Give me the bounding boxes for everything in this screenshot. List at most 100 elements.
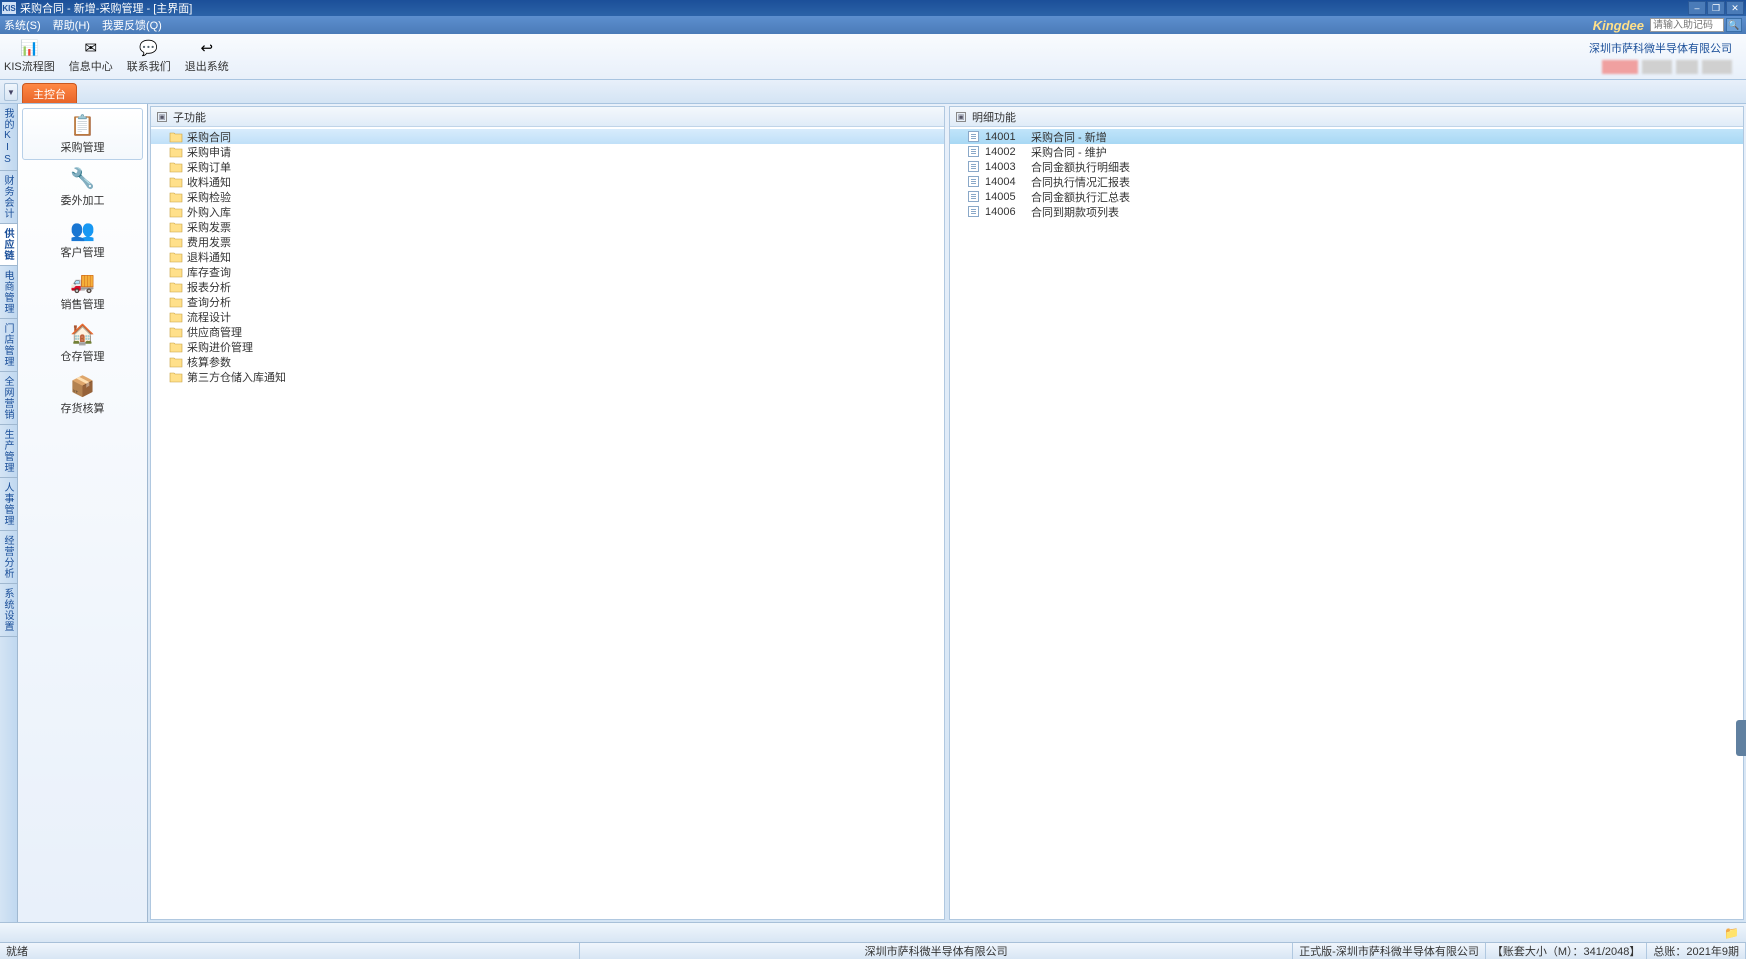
detail-function-item[interactable]: 14001采购合同 - 新增 xyxy=(950,129,1743,144)
toolbar-contact[interactable]: 💬 联系我们 xyxy=(127,39,171,74)
menu-feedback[interactable]: 我要反馈(Q) xyxy=(102,17,162,33)
sub-function-item[interactable]: 库存查询 xyxy=(151,264,944,279)
module-icon: 👥 xyxy=(68,218,98,242)
sub-function-label: 查询分析 xyxy=(187,294,231,310)
right-collapse-handle[interactable] xyxy=(1736,720,1746,756)
sub-function-item[interactable]: 退料通知 xyxy=(151,249,944,264)
sub-function-label: 外购入库 xyxy=(187,204,231,220)
sub-function-label: 采购发票 xyxy=(187,219,231,235)
sub-function-label: 核算参数 xyxy=(187,354,231,370)
sub-function-label: 费用发票 xyxy=(187,234,231,250)
tab-dropdown-button[interactable]: ▼ xyxy=(4,83,18,101)
toolbar-exit[interactable]: ↩ 退出系统 xyxy=(185,39,229,74)
vtab-9[interactable]: 系统设置 xyxy=(0,584,17,637)
sub-function-item[interactable]: 第三方仓储入库通知 xyxy=(151,369,944,384)
mnemonic-search-input[interactable] xyxy=(1650,18,1724,32)
tab-main-console[interactable]: 主控台 xyxy=(22,83,77,103)
close-button[interactable]: ✕ xyxy=(1726,1,1744,15)
module-item-3[interactable]: 🚚销售管理 xyxy=(22,266,143,316)
vtab-5[interactable]: 全网营销 xyxy=(0,372,17,425)
menu-help[interactable]: 帮助(H) xyxy=(53,17,90,33)
sub-function-item[interactable]: 费用发票 xyxy=(151,234,944,249)
sub-function-label: 供应商管理 xyxy=(187,324,242,340)
folder-icon xyxy=(169,146,183,158)
folder-icon xyxy=(169,311,183,323)
sub-function-item[interactable]: 核算参数 xyxy=(151,354,944,369)
detail-code: 14004 xyxy=(985,176,1025,188)
menu-system[interactable]: 系统(S) xyxy=(4,17,41,33)
sub-function-item[interactable]: 采购申请 xyxy=(151,144,944,159)
collapse-icon[interactable]: ▣ xyxy=(157,112,167,122)
module-label: 仓存管理 xyxy=(61,348,105,364)
vtab-7[interactable]: 人事管理 xyxy=(0,478,17,531)
module-icon: 📦 xyxy=(68,374,98,398)
vtab-1[interactable]: 财务会计 xyxy=(0,171,17,224)
module-icon: 📋 xyxy=(68,113,98,137)
detail-function-item[interactable]: 14004合同执行情况汇报表 xyxy=(950,174,1743,189)
sub-function-item[interactable]: 采购合同 xyxy=(151,129,944,144)
sub-function-label: 报表分析 xyxy=(187,279,231,295)
folder-icon xyxy=(169,161,183,173)
sub-function-item[interactable]: 采购发票 xyxy=(151,219,944,234)
sub-function-header: ▣ 子功能 xyxy=(151,107,944,127)
detail-function-item[interactable]: 14006合同到期款项列表 xyxy=(950,204,1743,219)
sub-function-item[interactable]: 供应商管理 xyxy=(151,324,944,339)
sub-function-item[interactable]: 查询分析 xyxy=(151,294,944,309)
vtab-3[interactable]: 电商管理 xyxy=(0,266,17,319)
detail-code: 14006 xyxy=(985,206,1025,218)
sub-function-label: 采购合同 xyxy=(187,129,231,145)
sub-function-label: 库存查询 xyxy=(187,264,231,280)
detail-code: 14002 xyxy=(985,146,1025,158)
detail-label: 采购合同 - 维护 xyxy=(1031,144,1107,160)
toolbar: 📊 KIS流程图 ✉ 信息中心 💬 联系我们 ↩ 退出系统 深圳市萨科微半导体有… xyxy=(0,34,1746,80)
detail-function-item[interactable]: 14003 合同金额执行明细表 xyxy=(950,159,1743,174)
toolbar-flowchart[interactable]: 📊 KIS流程图 xyxy=(4,39,55,74)
vtab-2[interactable]: 供应链 xyxy=(0,224,17,266)
module-item-2[interactable]: 👥 客户管理 xyxy=(22,214,143,264)
sub-function-item[interactable]: 报表分析 xyxy=(151,279,944,294)
detail-function-item[interactable]: 14002 采购合同 - 维护 xyxy=(950,144,1743,159)
sub-function-item[interactable]: 采购进价管理 xyxy=(151,339,944,354)
flowchart-icon: 📊 xyxy=(19,39,39,57)
document-icon xyxy=(968,176,979,187)
detail-function-item[interactable]: 14005合同金额执行汇总表 xyxy=(950,189,1743,204)
vtab-6[interactable]: 生产管理 xyxy=(0,425,17,478)
collapse-icon[interactable]: ▣ xyxy=(956,112,966,122)
sub-function-item[interactable]: 流程设计 xyxy=(151,309,944,324)
sub-function-item[interactable]: 收料通知 xyxy=(151,174,944,189)
detail-label: 合同金额执行明细表 xyxy=(1031,159,1130,175)
sub-function-item[interactable]: 采购订单 xyxy=(151,159,944,174)
detail-function-title: 明细功能 xyxy=(972,109,1016,125)
sub-function-panel: ▣ 子功能 采购合同采购申请采购订单收料通知采购检验外购入库采购发票费用发票退料… xyxy=(150,106,945,920)
search-button[interactable]: 🔍 xyxy=(1726,18,1742,32)
toolbar-info-center[interactable]: ✉ 信息中心 xyxy=(69,39,113,74)
folder-icon xyxy=(169,266,183,278)
module-icon: 🔧 xyxy=(68,166,98,190)
status-edition: 正式版-深圳市萨科微半导体有限公司 xyxy=(1293,943,1486,959)
module-label: 客户管理 xyxy=(61,244,105,260)
module-item-5[interactable]: 📦存货核算 xyxy=(22,370,143,420)
sub-function-item[interactable]: 采购检验 xyxy=(151,189,944,204)
vtab-4[interactable]: 门店管理 xyxy=(0,319,17,372)
sub-function-title: 子功能 xyxy=(173,109,206,125)
vtab-0[interactable]: 我的KIS xyxy=(0,104,17,171)
module-item-1[interactable]: 🔧委外加工 xyxy=(22,162,143,212)
maximize-button[interactable]: ❐ xyxy=(1707,1,1725,15)
vtab-8[interactable]: 经营分析 xyxy=(0,531,17,584)
folder-icon xyxy=(169,356,183,368)
folder-icon xyxy=(169,221,183,233)
footer-tool-icon[interactable]: 📁 xyxy=(1724,926,1740,940)
content-area: ▣ 子功能 采购合同采购申请采购订单收料通知采购检验外购入库采购发票费用发票退料… xyxy=(148,104,1746,922)
detail-code: 14001 xyxy=(985,131,1025,143)
mail-icon: ✉ xyxy=(81,39,101,57)
module-item-4[interactable]: 🏠仓存管理 xyxy=(22,318,143,368)
detail-code: 14003 xyxy=(985,161,1025,173)
folder-icon xyxy=(169,176,183,188)
detail-label: 合同金额执行汇总表 xyxy=(1031,189,1130,205)
user-info-blurred xyxy=(1589,60,1732,74)
folder-icon xyxy=(169,281,183,293)
module-item-0[interactable]: 📋采购管理 xyxy=(22,108,143,160)
sub-function-item[interactable]: 外购入库 xyxy=(151,204,944,219)
folder-icon xyxy=(169,251,183,263)
minimize-button[interactable]: – xyxy=(1688,1,1706,15)
